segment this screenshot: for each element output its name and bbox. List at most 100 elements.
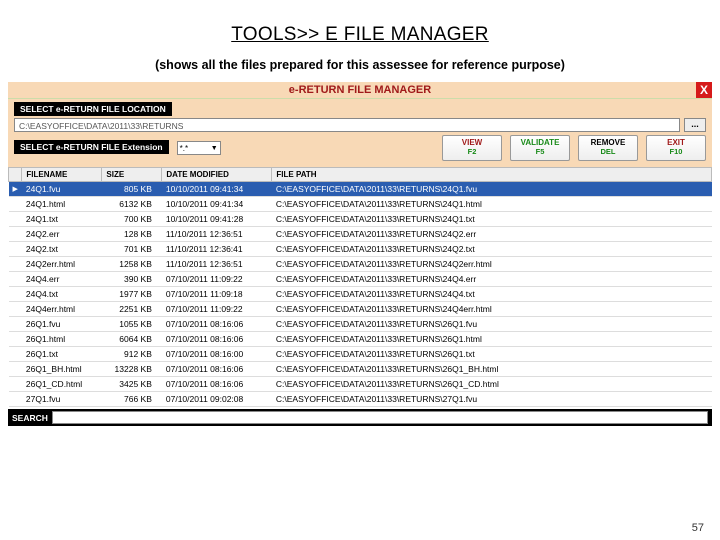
remove-button[interactable]: REMOVE DEL: [578, 135, 638, 161]
cell-size: 1055 KB: [102, 317, 162, 332]
cell-path: C:\EASYOFFICE\DATA\2011\33\RETURNS\26Q1_…: [272, 377, 712, 392]
cell-size: 2251 KB: [102, 302, 162, 317]
table-row[interactable]: 24Q4.txt1977 KB07/10/2011 11:09:18C:\EAS…: [9, 287, 712, 302]
cell-size: 13228 KB: [102, 362, 162, 377]
cell-filename: 24Q1.txt: [22, 212, 102, 227]
extension-select[interactable]: *.* ▼: [177, 141, 221, 155]
cell-date: 07/10/2011 08:16:06: [162, 317, 272, 332]
cell-path: C:\EASYOFFICE\DATA\2011\33\RETURNS\26Q1_…: [272, 362, 712, 377]
col-filename[interactable]: FILENAME: [22, 168, 102, 182]
table-row[interactable]: 24Q4err.html2251 KB07/10/2011 11:09:22C:…: [9, 302, 712, 317]
cell-filename: 26Q1_CD.html: [22, 377, 102, 392]
cell-path: C:\EASYOFFICE\DATA\2011\33\RETURNS\26Q1.…: [272, 347, 712, 362]
cell-filename: 24Q2err.html: [22, 257, 102, 272]
cell-date: 07/10/2011 08:16:06: [162, 332, 272, 347]
table-row[interactable]: 26Q1.txt912 KB07/10/2011 08:16:00C:\EASY…: [9, 347, 712, 362]
row-caret-icon: [9, 392, 22, 407]
cell-date: 07/10/2011 08:16:06: [162, 362, 272, 377]
cell-size: 766 KB: [102, 392, 162, 407]
col-path[interactable]: FILE PATH: [272, 168, 712, 182]
row-caret-icon: [9, 257, 22, 272]
table-row[interactable]: 24Q2.err128 KB11/10/2011 12:36:51C:\EASY…: [9, 227, 712, 242]
cell-filename: 26Q1.fvu: [22, 317, 102, 332]
app-header-title: e-RETURN FILE MANAGER: [289, 84, 431, 96]
exit-button[interactable]: EXIT F10: [646, 135, 706, 161]
cell-date: 10/10/2011 09:41:34: [162, 197, 272, 212]
cell-filename: 26Q1.html: [22, 332, 102, 347]
cell-path: C:\EASYOFFICE\DATA\2011\33\RETURNS\26Q1.…: [272, 332, 712, 347]
table-row[interactable]: 24Q4.err390 KB07/10/2011 11:09:22C:\EASY…: [9, 272, 712, 287]
cell-path: C:\EASYOFFICE\DATA\2011\33\RETURNS\27Q1.…: [272, 392, 712, 407]
row-caret-icon: [9, 347, 22, 362]
cell-size: 1977 KB: [102, 287, 162, 302]
cell-path: C:\EASYOFFICE\DATA\2011\33\RETURNS\24Q4e…: [272, 302, 712, 317]
row-caret-icon: [9, 242, 22, 257]
col-size[interactable]: SIZE: [102, 168, 162, 182]
chevron-down-icon: ▼: [211, 145, 218, 152]
cell-path: C:\EASYOFFICE\DATA\2011\33\RETURNS\24Q1.…: [272, 182, 712, 197]
browse-button[interactable]: ...: [684, 118, 706, 132]
cell-date: 10/10/2011 09:41:28: [162, 212, 272, 227]
location-label: SELECT e-RETURN FILE LOCATION: [14, 102, 172, 116]
cell-filename: 26Q1_BH.html: [22, 362, 102, 377]
validate-button[interactable]: VALIDATE F5: [510, 135, 570, 161]
col-date[interactable]: DATE MODIFIED: [162, 168, 272, 182]
cell-date: 07/10/2011 09:02:08: [162, 392, 272, 407]
row-caret-icon: [9, 332, 22, 347]
row-caret-icon: [9, 317, 22, 332]
cell-path: C:\EASYOFFICE\DATA\2011\33\RETURNS\24Q2.…: [272, 227, 712, 242]
search-input[interactable]: [52, 411, 708, 424]
view-button[interactable]: VIEW F2: [442, 135, 502, 161]
cell-size: 805 KB: [102, 182, 162, 197]
validate-button-key: F5: [536, 148, 545, 156]
table-row[interactable]: 24Q1.html6132 KB10/10/2011 09:41:34C:\EA…: [9, 197, 712, 212]
cell-date: 11/10/2011 12:36:51: [162, 227, 272, 242]
table-row[interactable]: 26Q1.html6064 KB07/10/2011 08:16:06C:\EA…: [9, 332, 712, 347]
grid-header-row: FILENAME SIZE DATE MODIFIED FILE PATH: [9, 168, 712, 182]
cell-size: 128 KB: [102, 227, 162, 242]
cell-size: 3425 KB: [102, 377, 162, 392]
app-window: e-RETURN FILE MANAGER X SELECT e-RETURN …: [8, 82, 712, 426]
cell-path: C:\EASYOFFICE\DATA\2011\33\RETURNS\24Q2.…: [272, 242, 712, 257]
cell-size: 912 KB: [102, 347, 162, 362]
table-row[interactable]: 26Q1_BH.html13228 KB07/10/2011 08:16:06C…: [9, 362, 712, 377]
cell-path: C:\EASYOFFICE\DATA\2011\33\RETURNS\24Q1.…: [272, 212, 712, 227]
row-caret-icon: [9, 227, 22, 242]
cell-path: C:\EASYOFFICE\DATA\2011\33\RETURNS\26Q1.…: [272, 317, 712, 332]
extension-value: *.*: [180, 144, 188, 153]
cell-date: 11/10/2011 12:36:41: [162, 242, 272, 257]
exit-button-key: F10: [670, 148, 683, 156]
cell-filename: 24Q2.txt: [22, 242, 102, 257]
row-caret-icon: [9, 197, 22, 212]
row-caret-icon: [9, 362, 22, 377]
cell-path: C:\EASYOFFICE\DATA\2011\33\RETURNS\24Q4.…: [272, 272, 712, 287]
cell-filename: 24Q1.fvu: [22, 182, 102, 197]
control-panel: SELECT e-RETURN FILE LOCATION C:\EASYOFF…: [8, 99, 712, 167]
table-row[interactable]: 27Q1.fvu766 KB07/10/2011 09:02:08C:\EASY…: [9, 392, 712, 407]
table-row[interactable]: 26Q1.fvu1055 KB07/10/2011 08:16:06C:\EAS…: [9, 317, 712, 332]
table-row[interactable]: 24Q2err.html1258 KB11/10/2011 12:36:51C:…: [9, 257, 712, 272]
row-caret-icon: [9, 377, 22, 392]
cell-filename: 27Q1.fvu: [22, 392, 102, 407]
cell-size: 390 KB: [102, 272, 162, 287]
slide-subtitle: (shows all the files prepared for this a…: [0, 52, 720, 82]
search-bar: SEARCH: [8, 409, 712, 426]
cell-path: C:\EASYOFFICE\DATA\2011\33\RETURNS\24Q2e…: [272, 257, 712, 272]
close-icon[interactable]: X: [696, 82, 712, 98]
table-row[interactable]: ▶24Q1.fvu805 KB10/10/2011 09:41:34C:\EAS…: [9, 182, 712, 197]
app-header: e-RETURN FILE MANAGER X: [8, 82, 712, 99]
file-grid[interactable]: FILENAME SIZE DATE MODIFIED FILE PATH ▶2…: [8, 167, 712, 407]
cell-date: 07/10/2011 08:16:00: [162, 347, 272, 362]
table-row[interactable]: 24Q1.txt700 KB10/10/2011 09:41:28C:\EASY…: [9, 212, 712, 227]
slide-title: TOOLS>> E FILE MANAGER: [0, 0, 720, 52]
location-input[interactable]: C:\EASYOFFICE\DATA\2011\33\RETURNS: [14, 118, 680, 132]
table-row[interactable]: 24Q2.txt701 KB11/10/2011 12:36:41C:\EASY…: [9, 242, 712, 257]
cell-size: 1258 KB: [102, 257, 162, 272]
row-caret-icon: ▶: [9, 182, 22, 197]
cell-size: 6064 KB: [102, 332, 162, 347]
cell-date: 07/10/2011 08:16:06: [162, 377, 272, 392]
cell-date: 07/10/2011 11:09:22: [162, 272, 272, 287]
table-row[interactable]: 26Q1_CD.html3425 KB07/10/2011 08:16:06C:…: [9, 377, 712, 392]
row-caret-icon: [9, 302, 22, 317]
cell-filename: 24Q4err.html: [22, 302, 102, 317]
